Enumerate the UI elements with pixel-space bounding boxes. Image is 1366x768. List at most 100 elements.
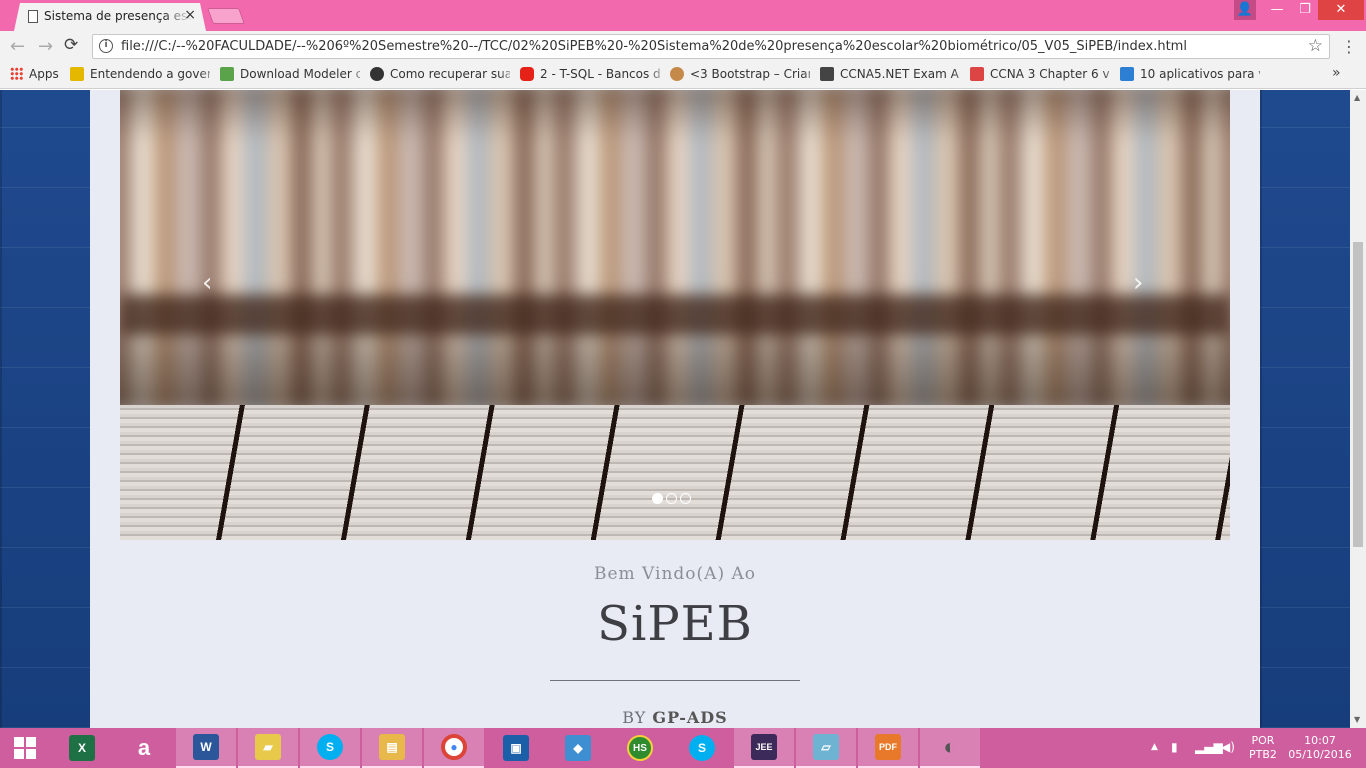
bookmark-label: <3 Bootstrap – Crianc <box>690 67 810 81</box>
back-arrow-icon[interactable]: ← <box>10 36 25 57</box>
new-tab-button[interactable] <box>207 8 245 24</box>
cube-icon: ◆ <box>565 735 591 761</box>
taskbar-word[interactable]: W <box>176 728 236 768</box>
address-bar[interactable]: i file:///C:/--%20FACULDADE/--%206º%20Se… <box>92 34 1330 59</box>
volume-icon[interactable]: ◀) <box>1221 740 1235 754</box>
browser-menu-icon[interactable]: ⋮ <box>1341 37 1357 56</box>
forward-arrow-icon[interactable]: → <box>38 36 53 57</box>
page-scrollbar[interactable]: ▲ ▼ <box>1350 90 1366 728</box>
bookmark-label: Apps <box>29 67 59 81</box>
bookmark-label: 2 - T-SQL - Bancos de <box>540 67 660 81</box>
title-divider <box>550 680 800 681</box>
taskbar-file-explorer[interactable]: ▤ <box>362 728 422 768</box>
site-info-icon[interactable]: i <box>99 39 113 53</box>
page-container: ‹ › Bem Vindo(A) Ao SiPEB BY GP-ADS <box>90 90 1260 728</box>
carousel-indicator[interactable] <box>666 493 677 504</box>
bookmark-label: CCNA 3 Chapter 6 v5. <box>990 67 1110 81</box>
start-button[interactable] <box>0 728 50 768</box>
chrome-icon: ● <box>441 734 467 760</box>
input-language[interactable]: POR PTB2 <box>1249 734 1277 762</box>
carousel-next-icon[interactable]: › <box>1133 268 1143 298</box>
taskbar-java-ee-ide[interactable]: JEE <box>734 728 794 768</box>
more-bookmarks-icon[interactable]: » <box>1332 65 1341 81</box>
bookshelf-image <box>120 90 1230 415</box>
maximize-button[interactable]: ❐ <box>1290 0 1320 20</box>
bookmark-label: 10 aplicativos para vo <box>1140 67 1260 81</box>
browser-tab-active[interactable]: Sistema de presença escolar biométrico × <box>14 3 206 31</box>
reload-icon[interactable]: ⟳ <box>64 35 78 55</box>
brand-title: SiPEB <box>597 596 753 652</box>
tab-close-icon[interactable]: × <box>184 7 196 23</box>
byline: BY GP-ADS <box>90 708 1260 727</box>
bookmark-item[interactable]: Entendendo a govern <box>70 67 210 85</box>
address-url[interactable]: file:///C:/--%20FACULDADE/--%206º%20Seme… <box>121 39 1301 54</box>
scroll-down-icon[interactable]: ▼ <box>1354 715 1360 724</box>
app-share-icon <box>1120 67 1134 81</box>
youtube-icon <box>520 67 534 81</box>
browser-toolbar: ← → ⟳ i file:///C:/--%20FACULDADE/--%206… <box>0 31 1366 62</box>
folder-icon: ▤ <box>379 734 405 760</box>
taskbar-sticky-notes[interactable]: ▰ <box>238 728 298 768</box>
bookmark-item[interactable]: Como recuperar suas <box>370 67 510 85</box>
bookmark-label: Como recuperar suas <box>390 67 510 81</box>
lang-code: POR <box>1251 734 1275 747</box>
carousel-prev-icon[interactable]: ‹ <box>202 268 212 298</box>
taskbar-excel[interactable]: X <box>52 728 112 768</box>
welcome-text: Bem Vindo(A) Ao <box>593 564 756 584</box>
taskbar-chrome[interactable]: ● <box>424 728 484 768</box>
taskbar-skype[interactable]: S <box>300 728 360 768</box>
bookmark-item[interactable]: CCNA 3 Chapter 6 v5. <box>970 67 1110 85</box>
virtualbox-icon: ▣ <box>503 735 529 761</box>
bookmark-item[interactable]: 10 aplicativos para vo <box>1120 67 1260 85</box>
ccna-icon <box>820 67 834 81</box>
minimize-button[interactable]: — <box>1262 0 1292 20</box>
bookmarks-bar: Apps Entendendo a govern Download Modele… <box>0 62 1366 89</box>
carousel-indicator[interactable] <box>680 493 691 504</box>
tray-expand-icon[interactable]: ▲ <box>1151 742 1158 752</box>
byline-prefix: BY <box>622 708 647 727</box>
modeler-cube-icon <box>220 67 234 81</box>
taskbar-hs[interactable]: HS <box>610 728 670 768</box>
taskbar-recorder-app[interactable]: ◐ <box>920 728 980 768</box>
apps-grid-icon <box>10 67 23 80</box>
bookmark-star-icon[interactable]: ☆ <box>1308 36 1323 56</box>
windows-logo-icon <box>14 737 36 759</box>
taskbar-skype-2[interactable]: S <box>672 728 732 768</box>
bookmark-item[interactable]: CCNA5.NET Exam Ans <box>820 67 960 85</box>
github-circle-icon <box>370 67 384 81</box>
sticky-notes-icon: ▰ <box>255 734 281 760</box>
battery-icon[interactable]: ▮ <box>1171 740 1178 754</box>
byline-author: GP-ADS <box>652 708 728 727</box>
browser-titlebar: Sistema de presença escolar biométrico ×… <box>0 0 1366 31</box>
clock-date: 05/10/2016 <box>1288 748 1352 761</box>
hs-icon: HS <box>627 735 653 761</box>
cisco-icon <box>970 67 984 81</box>
astah-icon: a <box>137 735 151 760</box>
bookmark-item[interactable]: <3 Bootstrap – Crianc <box>670 67 810 85</box>
scroll-thumb[interactable] <box>1353 242 1363 547</box>
bookmark-label: CCNA5.NET Exam Ans <box>840 67 960 81</box>
windows-taskbar: X a W ▰ S ▤ ● ▣ ◆ HS S JEE ▱ PDF ◐ ▲ ▮ ▂… <box>0 728 1366 768</box>
taskbar-3d-app[interactable]: ◆ <box>548 728 608 768</box>
bookmark-item[interactable]: Download Modeler cc <box>220 67 360 85</box>
carousel-indicator[interactable] <box>652 493 663 504</box>
bootstrap-badge-icon <box>670 67 684 81</box>
shelf-board <box>120 295 1230 335</box>
bookmark-label: Download Modeler cc <box>240 67 360 81</box>
close-window-button[interactable]: ✕ <box>1318 0 1364 20</box>
bookmark-item[interactable]: 2 - T-SQL - Bancos de <box>520 67 660 85</box>
page-viewport: ‹ › Bem Vindo(A) Ao SiPEB BY GP-ADS <box>0 90 1350 728</box>
scroll-up-icon[interactable]: ▲ <box>1354 93 1360 102</box>
taskbar-pdf-app[interactable]: PDF <box>858 728 918 768</box>
bookmark-apps[interactable]: Apps <box>10 67 66 85</box>
tcu-icon <box>70 67 84 81</box>
taskbar-virtualbox[interactable]: ▣ <box>486 728 546 768</box>
skype-icon: S <box>689 735 715 761</box>
taskbar-paper-app[interactable]: ▱ <box>796 728 856 768</box>
taskbar-astah[interactable]: a <box>114 728 174 768</box>
bookmark-label: Entendendo a govern <box>90 67 210 81</box>
tray-clock[interactable]: 10:07 05/10/2016 <box>1285 734 1355 762</box>
profile-icon[interactable]: 👤 <box>1234 0 1256 20</box>
signal-icon[interactable]: ▂▄▆ <box>1195 740 1223 754</box>
wooden-floor-image <box>120 405 1230 540</box>
